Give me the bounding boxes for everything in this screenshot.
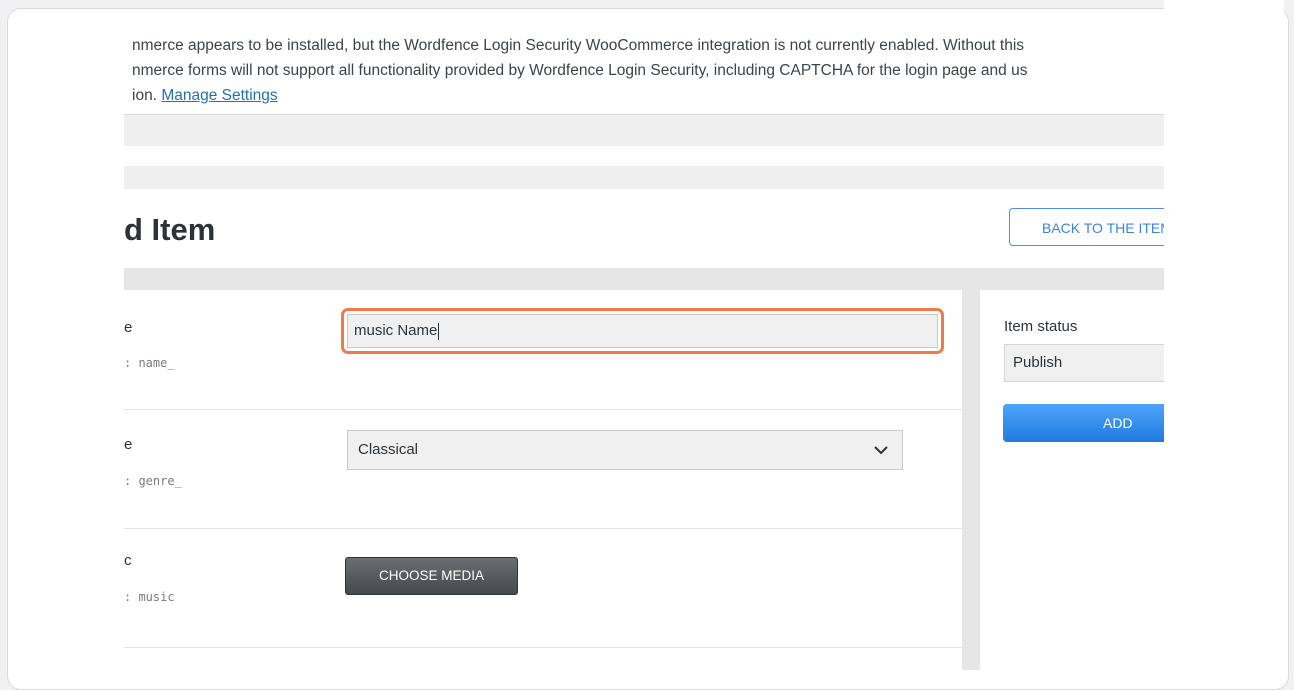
item-status-select[interactable]: Publish: [1004, 344, 1168, 382]
woocommerce-notice: nmerce appears to be installed, but the …: [132, 33, 1172, 108]
page-title: d Item: [124, 212, 216, 247]
text-caret: [438, 322, 440, 340]
row-divider: [124, 409, 962, 410]
name-input-value: music Name: [354, 322, 438, 339]
add-button[interactable]: ADD: [1003, 404, 1167, 442]
genre-select[interactable]: Classical: [347, 430, 903, 470]
choose-media-button[interactable]: CHOOSE MEDIA: [345, 557, 518, 595]
notice-line-3-prefix: ion.: [132, 87, 162, 104]
field-label-genre: e: [124, 436, 133, 453]
name-input[interactable]: music Name: [341, 308, 944, 354]
item-status-label: Item status: [1004, 318, 1078, 335]
row-divider: [124, 528, 962, 529]
panel-separator: [962, 290, 980, 670]
field-key-music: : music: [124, 590, 175, 604]
notice-line-2: nmerce forms will not support all functi…: [132, 62, 1028, 79]
admin-bar-strip: [124, 114, 1164, 146]
field-label-name: e: [124, 319, 133, 336]
content-header-strip: [124, 268, 1164, 290]
notice-line-1: nmerce appears to be installed, but the …: [132, 37, 1025, 54]
field-key-name: : name_: [124, 356, 175, 370]
field-key-genre: : genre_: [124, 474, 182, 488]
row-divider: [124, 647, 962, 648]
genre-select-value: Classical: [358, 441, 419, 458]
back-to-items-button[interactable]: BACK TO THE ITEM: [1009, 208, 1169, 246]
field-label-music: c: [124, 552, 132, 569]
notice-line-3: ion. Manage Settings: [132, 83, 1172, 108]
manage-settings-link[interactable]: Manage Settings: [161, 87, 277, 104]
admin-bar-strip-2: [124, 166, 1164, 189]
chevron-down-icon: [874, 431, 888, 469]
right-clip-area: [1164, 0, 1284, 680]
name-input-field[interactable]: music Name: [347, 314, 938, 348]
